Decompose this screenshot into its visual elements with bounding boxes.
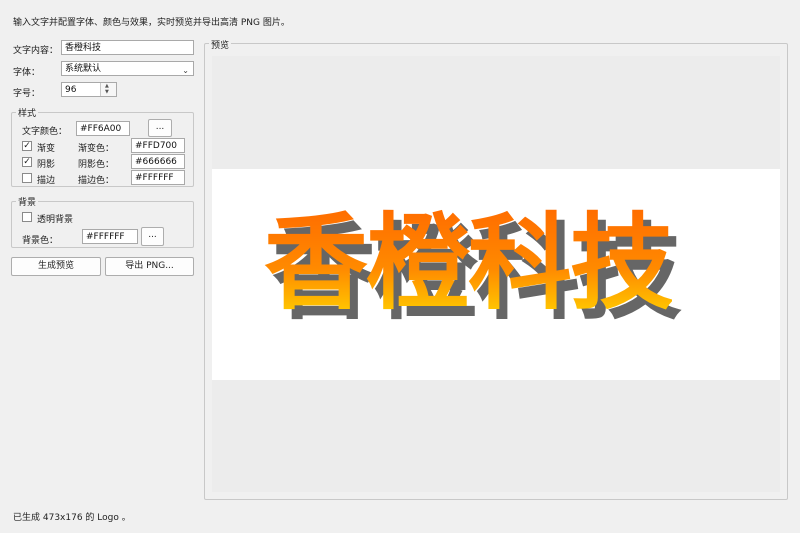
font-select[interactable]: 系统默认 ⌄ (61, 61, 194, 76)
status-text: 已生成 473x176 的 Logo 。 (13, 513, 131, 523)
preview-group-title: 预览 (209, 38, 232, 51)
gradient-label: 渐变 (37, 144, 56, 154)
text-content-input[interactable]: 香橙科技 (61, 40, 194, 55)
preview-canvas: 香橙科技 香橙科技 (212, 169, 780, 380)
font-label: 字体： (13, 68, 41, 78)
bg-color-input[interactable]: #FFFFFF (82, 229, 138, 244)
chevron-down-icon: ⌄ (182, 66, 189, 75)
text-color-pick-button[interactable]: ... (148, 119, 172, 137)
shadow-color-label: 阴影色： (78, 160, 115, 170)
font-size-value: 96 (65, 85, 77, 95)
generate-preview-button[interactable]: 生成预览 (11, 257, 101, 276)
font-select-value: 系统默认 (65, 64, 102, 74)
stroke-label: 描边 (37, 176, 56, 186)
gradient-color-label: 渐变色： (78, 144, 115, 154)
logo-text: 香橙科技 (264, 202, 674, 324)
text-color-input[interactable]: #FF6A00 (76, 121, 130, 136)
stroke-color-input[interactable]: #FFFFFF (131, 170, 185, 185)
page-description: 输入文字并配置字体、颜色与效果，实时预览并导出高清 PNG 图片。 (13, 15, 294, 28)
text-color-label: 文字颜色： (22, 127, 68, 137)
gradient-checkbox[interactable]: ✓ (22, 141, 32, 151)
style-group-title: 样式 (16, 106, 39, 119)
stroke-color-label: 描边色： (78, 176, 115, 186)
transparent-bg-checkbox[interactable] (22, 212, 32, 222)
transparent-bg-label: 透明背景 (37, 215, 74, 225)
stroke-checkbox[interactable] (22, 173, 32, 183)
shadow-checkbox[interactable]: ✓ (22, 157, 32, 167)
font-size-label: 字号： (13, 89, 41, 99)
text-content-label: 文字内容： (13, 46, 59, 56)
spin-buttons[interactable]: ▲ ▼ (100, 83, 116, 96)
export-png-button[interactable]: 导出 PNG... (105, 257, 194, 276)
bg-color-label: 背景色： (22, 236, 59, 246)
background-group-title: 背景 (16, 195, 39, 208)
gradient-color-input[interactable]: #FFD700 (131, 138, 185, 153)
shadow-label: 阴影 (37, 160, 56, 170)
bg-color-pick-button[interactable]: ... (141, 227, 164, 246)
spin-down-icon[interactable]: ▼ (105, 89, 109, 95)
font-size-spinbox[interactable]: 96 ▲ ▼ (61, 82, 117, 97)
shadow-color-input[interactable]: #666666 (131, 154, 185, 169)
